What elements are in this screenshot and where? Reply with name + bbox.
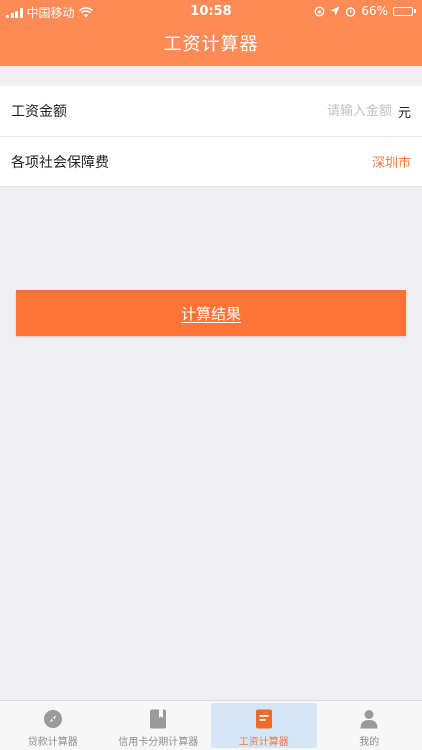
city-selector[interactable]: 深圳市: [372, 152, 411, 171]
salary-amount-input[interactable]: [271, 103, 392, 119]
salary-amount-label: 工资金额: [11, 104, 67, 120]
currency-unit: 元: [397, 105, 411, 121]
tab-label: 贷款计算器: [27, 737, 78, 748]
tab-profile[interactable]: 我的: [317, 701, 422, 750]
salary-amount-row: 工资金额 元: [0, 86, 422, 136]
person-icon: [358, 708, 380, 730]
social-security-label: 各项社会保障费: [11, 154, 109, 171]
page-title: 工资计算器: [163, 34, 259, 55]
tab-salary-calculator[interactable]: 工资计算器: [211, 703, 317, 748]
document-icon: [253, 708, 275, 730]
tab-label: 我的: [359, 737, 380, 748]
salary-form: 工资金额 元 各项社会保障费 深圳市: [0, 86, 422, 187]
battery-percent: 66%: [361, 4, 388, 18]
bookmark-icon: [147, 708, 169, 730]
location-icon: [330, 6, 340, 16]
tab-bar: 贷款计算器 信用卡分期计算器 工资计算器 我的: [0, 700, 422, 750]
tab-label: 工资计算器: [238, 737, 289, 748]
battery-icon: [393, 6, 416, 16]
tab-credit-card-calculator[interactable]: 信用卡分期计算器: [106, 701, 212, 750]
status-bar: 中国移动 10:58 66%: [0, 0, 422, 22]
app-header: 中国移动 10:58 66% 工资计算器: [0, 0, 422, 66]
compass-icon: [42, 708, 64, 730]
rotation-lock-icon: [314, 6, 325, 16]
social-security-row[interactable]: 各项社会保障费 深圳市: [0, 136, 422, 186]
tab-loan-calculator[interactable]: 贷款计算器: [0, 701, 106, 750]
alarm-icon: [346, 6, 356, 17]
calculate-button[interactable]: 计算结果: [16, 290, 406, 336]
tab-label: 信用卡分期计算器: [118, 737, 199, 748]
